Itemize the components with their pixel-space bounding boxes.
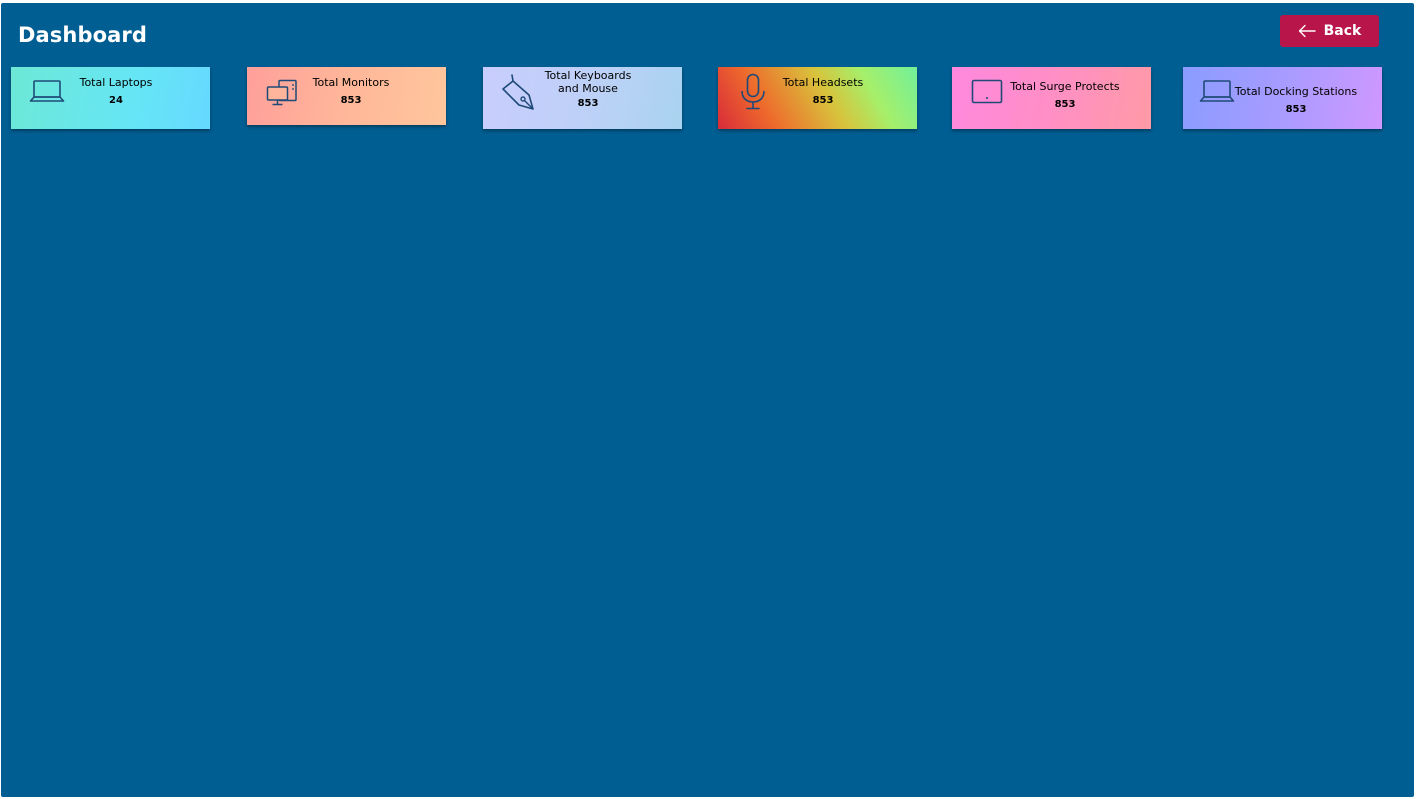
card-label: Total Keyboards and Mouse bbox=[544, 69, 632, 95]
back-button[interactable]: Back bbox=[1280, 15, 1379, 47]
card-total-monitors[interactable]: Total Monitors 853 bbox=[247, 67, 446, 125]
card-label: Total Monitors bbox=[312, 76, 390, 89]
back-button-label: Back bbox=[1323, 23, 1362, 39]
card-value: 853 bbox=[1054, 99, 1076, 110]
card-total-headsets[interactable]: Total Headsets 853 bbox=[718, 67, 917, 129]
card-label: Total Laptops bbox=[79, 76, 153, 89]
card-value: 853 bbox=[1285, 104, 1307, 115]
card-value: 853 bbox=[577, 98, 599, 109]
tablet-icon bbox=[971, 79, 1003, 104]
laptop-icon bbox=[29, 80, 65, 102]
monitors-icon bbox=[266, 79, 297, 106]
page-title: Dashboard bbox=[18, 23, 147, 47]
card-value: 853 bbox=[340, 95, 362, 106]
arrow-left-icon bbox=[1298, 24, 1316, 38]
card-label: Total Docking Stations bbox=[1234, 85, 1358, 98]
microphone-icon bbox=[741, 73, 765, 110]
card-value: 853 bbox=[812, 95, 834, 106]
card-label: Total Headsets bbox=[782, 76, 864, 89]
card-total-docking-stations[interactable]: Total Docking Stations 853 bbox=[1183, 67, 1382, 129]
card-value: 24 bbox=[109, 95, 123, 106]
card-total-surge-protects[interactable]: Total Surge Protects 853 bbox=[952, 67, 1151, 129]
card-label: Total Surge Protects bbox=[1010, 80, 1120, 93]
card-total-keyboards-and-mouse[interactable]: Total Keyboards and Mouse 853 bbox=[483, 67, 682, 129]
laptop-icon bbox=[1199, 80, 1235, 102]
card-total-laptops[interactable]: Total Laptops 24 bbox=[11, 67, 210, 129]
pen-icon bbox=[502, 74, 534, 110]
dashboard-frame: Dashboard Back Total Laptops 24 Total Mo… bbox=[1, 3, 1414, 797]
